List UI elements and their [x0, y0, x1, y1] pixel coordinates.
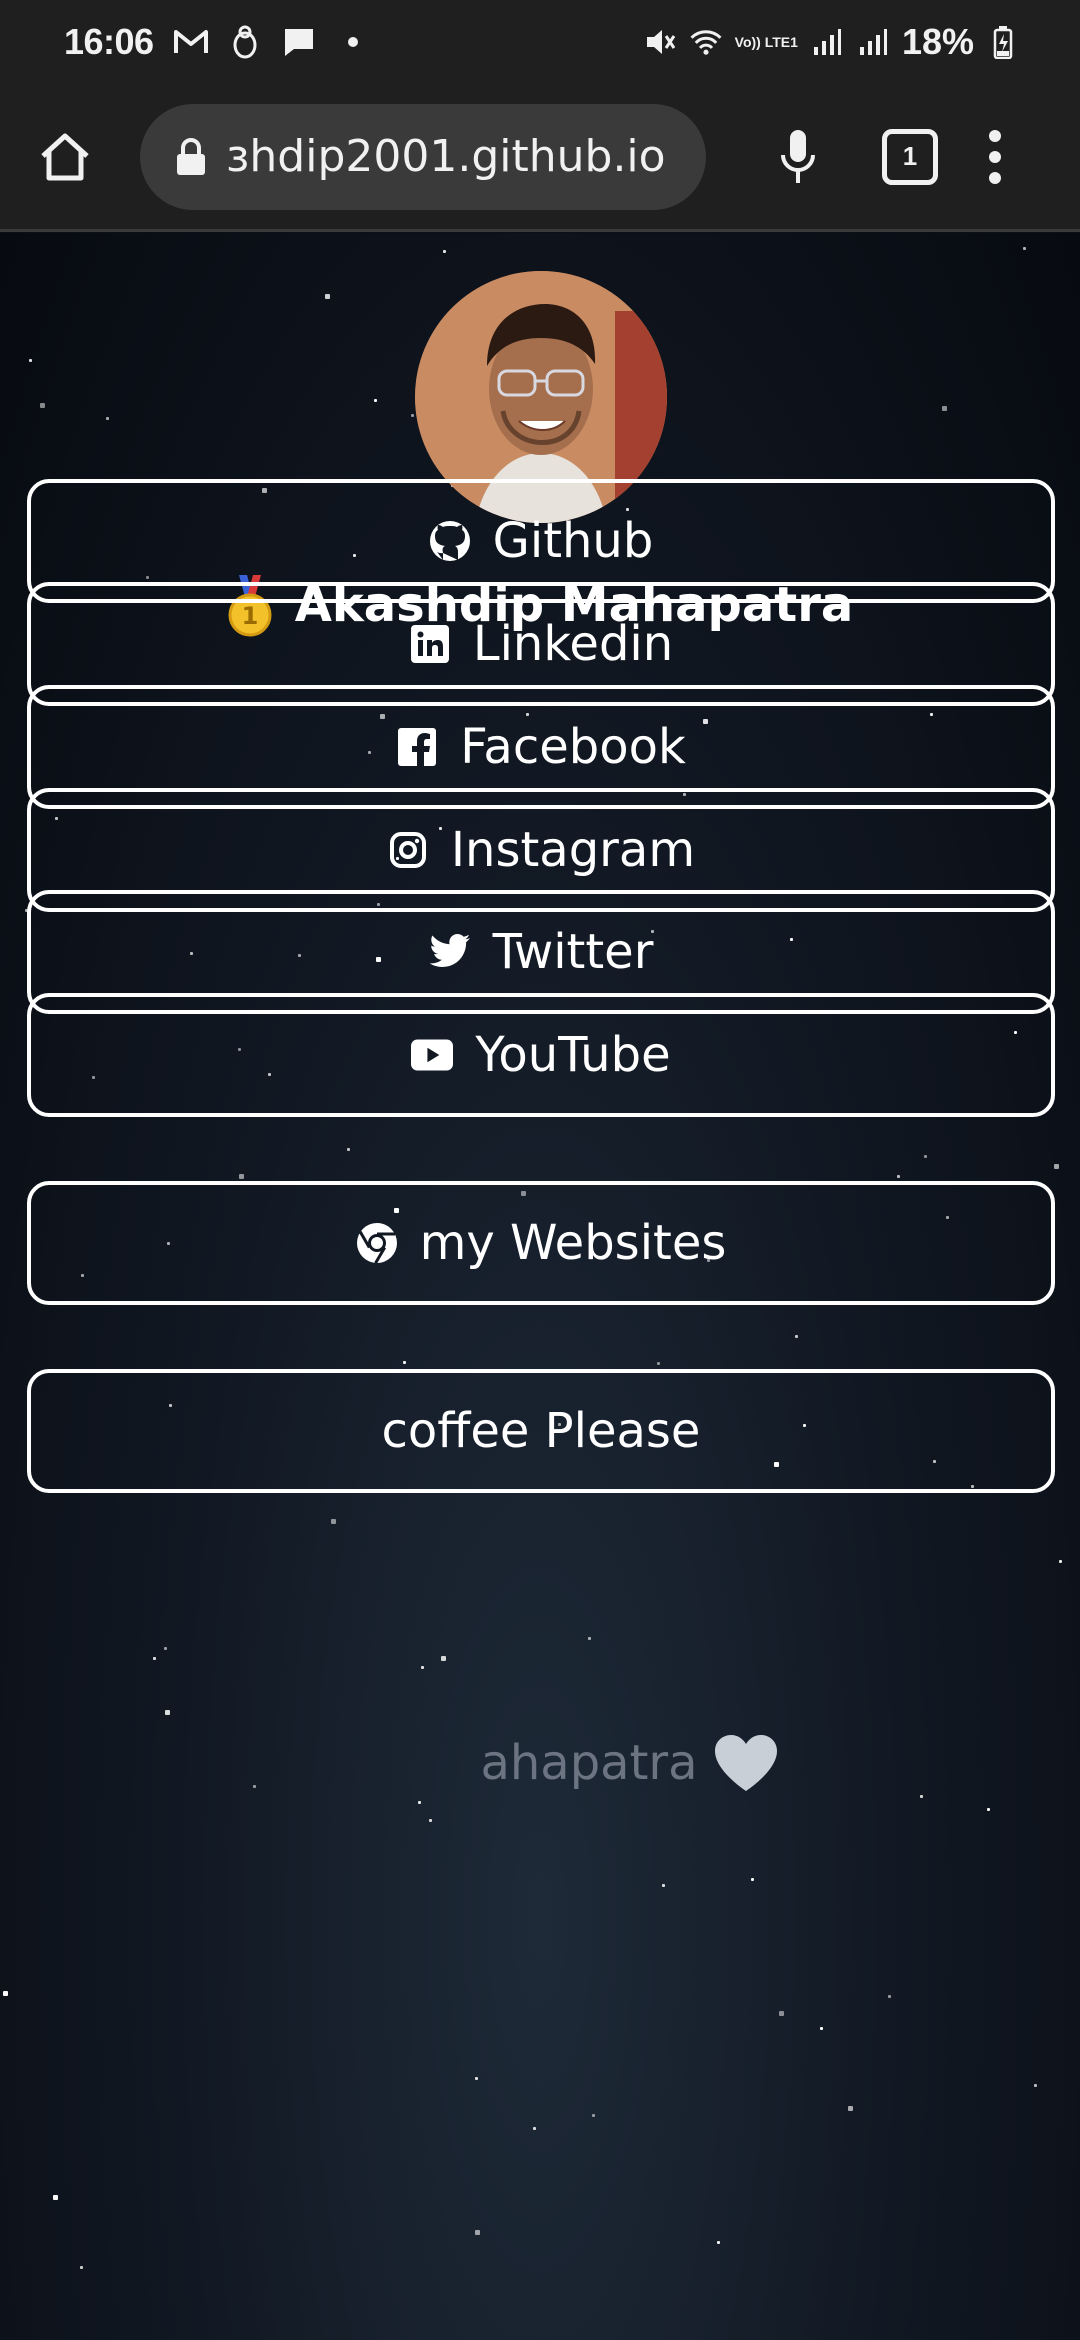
star: [403, 1361, 406, 1364]
twitter-label: Twitter: [492, 924, 654, 980]
linkedin-icon: [409, 623, 451, 665]
mute-icon: [643, 25, 677, 59]
star: [429, 1819, 432, 1822]
chrome-icon: [356, 1222, 398, 1264]
star: [795, 1335, 798, 1338]
star: [820, 2027, 823, 2030]
star: [924, 1155, 927, 1158]
url-text: ɜhdip2001.github.io: [226, 131, 666, 182]
star: [751, 1878, 754, 1881]
star: [920, 1795, 923, 1798]
footer-text: ahapatra: [480, 1735, 698, 1791]
star: [848, 2106, 853, 2111]
star: [106, 417, 109, 420]
star: [418, 1801, 421, 1804]
github-label: Github: [492, 513, 654, 569]
linkedin-label: Linkedin: [472, 616, 674, 672]
star: [475, 2230, 480, 2235]
star: [475, 2077, 478, 2080]
signal-icon-2: [856, 25, 890, 59]
star: [29, 359, 32, 362]
heart-icon: [712, 1733, 780, 1793]
address-bar[interactable]: ɜhdip2001.github.io: [140, 103, 706, 210]
battery-charging-icon: [986, 25, 1020, 59]
facebook-label: Facebook: [460, 719, 686, 775]
web-page: 1 Akashdip Mahapatra Github Linkedin Fac…: [0, 233, 1080, 2340]
message-icon: [282, 25, 316, 59]
battery-percent: 18%: [901, 21, 974, 62]
star: [441, 1656, 446, 1661]
wifi-icon: [689, 25, 723, 59]
star: [1023, 247, 1026, 250]
voice-search-button[interactable]: [768, 122, 828, 192]
star: [533, 2127, 536, 2130]
star: [40, 403, 45, 408]
star: [164, 1647, 167, 1650]
signal-icon-1: [810, 25, 844, 59]
status-left: 16:06: [64, 21, 370, 63]
github-icon: [429, 520, 471, 562]
microphone-icon: [781, 129, 815, 183]
star: [987, 1808, 990, 1811]
home-button[interactable]: [30, 122, 100, 192]
star: [80, 2266, 83, 2269]
menu-dot: [989, 150, 1001, 163]
status-bar: 16:06 Vo)) LTE1 18%: [0, 0, 1080, 84]
browser-menu-button[interactable]: [980, 122, 1010, 192]
status-time: 16:06: [64, 21, 154, 62]
my-websites-label: my Websites: [419, 1215, 727, 1271]
star: [239, 1174, 244, 1179]
youtube-icon: [411, 1034, 454, 1076]
star: [443, 250, 446, 253]
star: [657, 1362, 660, 1365]
star: [165, 1710, 170, 1715]
status-right: Vo)) LTE1 18%: [643, 21, 1020, 63]
star: [53, 2195, 58, 2200]
youtube-button[interactable]: YouTube: [27, 993, 1055, 1117]
star: [592, 2114, 595, 2117]
facebook-icon: [396, 726, 438, 768]
my-websites-button[interactable]: my Websites: [27, 1181, 1055, 1305]
youtube-label: YouTube: [475, 1027, 671, 1083]
star: [1034, 2084, 1037, 2087]
coffee-please-button[interactable]: coffee Please: [27, 1369, 1055, 1493]
star: [153, 1657, 156, 1660]
star: [421, 1666, 424, 1669]
star: [1054, 1164, 1059, 1169]
instagram-label: Instagram: [450, 822, 696, 878]
star: [1059, 1560, 1062, 1563]
star: [779, 2011, 784, 2016]
star: [331, 1519, 336, 1524]
browser-toolbar: ɜhdip2001.github.io 1: [0, 84, 1080, 232]
star: [588, 1637, 591, 1640]
star: [717, 2241, 720, 2244]
network-label: Vo)) LTE1: [734, 34, 798, 50]
star: [347, 1148, 350, 1151]
lock-icon: [174, 137, 208, 177]
footer: ahapatra: [0, 1733, 1080, 1793]
menu-dot: [989, 171, 1001, 184]
menu-dot: [989, 129, 1001, 142]
twitter-icon: [429, 931, 471, 973]
star: [942, 406, 947, 411]
gmail-icon: [173, 25, 208, 59]
star: [325, 294, 330, 299]
instagram-icon: [387, 829, 429, 871]
star: [374, 399, 377, 402]
coffee-please-label: coffee Please: [381, 1403, 701, 1459]
star: [411, 414, 414, 417]
tab-switcher-button[interactable]: 1: [882, 128, 938, 185]
home-icon: [41, 133, 89, 180]
star: [662, 1884, 665, 1887]
star: [888, 1995, 891, 1998]
star: [3, 1991, 8, 1996]
more-notifications-dot-icon: [336, 25, 370, 59]
star: [897, 1175, 900, 1178]
app-notification-icon: [228, 25, 262, 59]
